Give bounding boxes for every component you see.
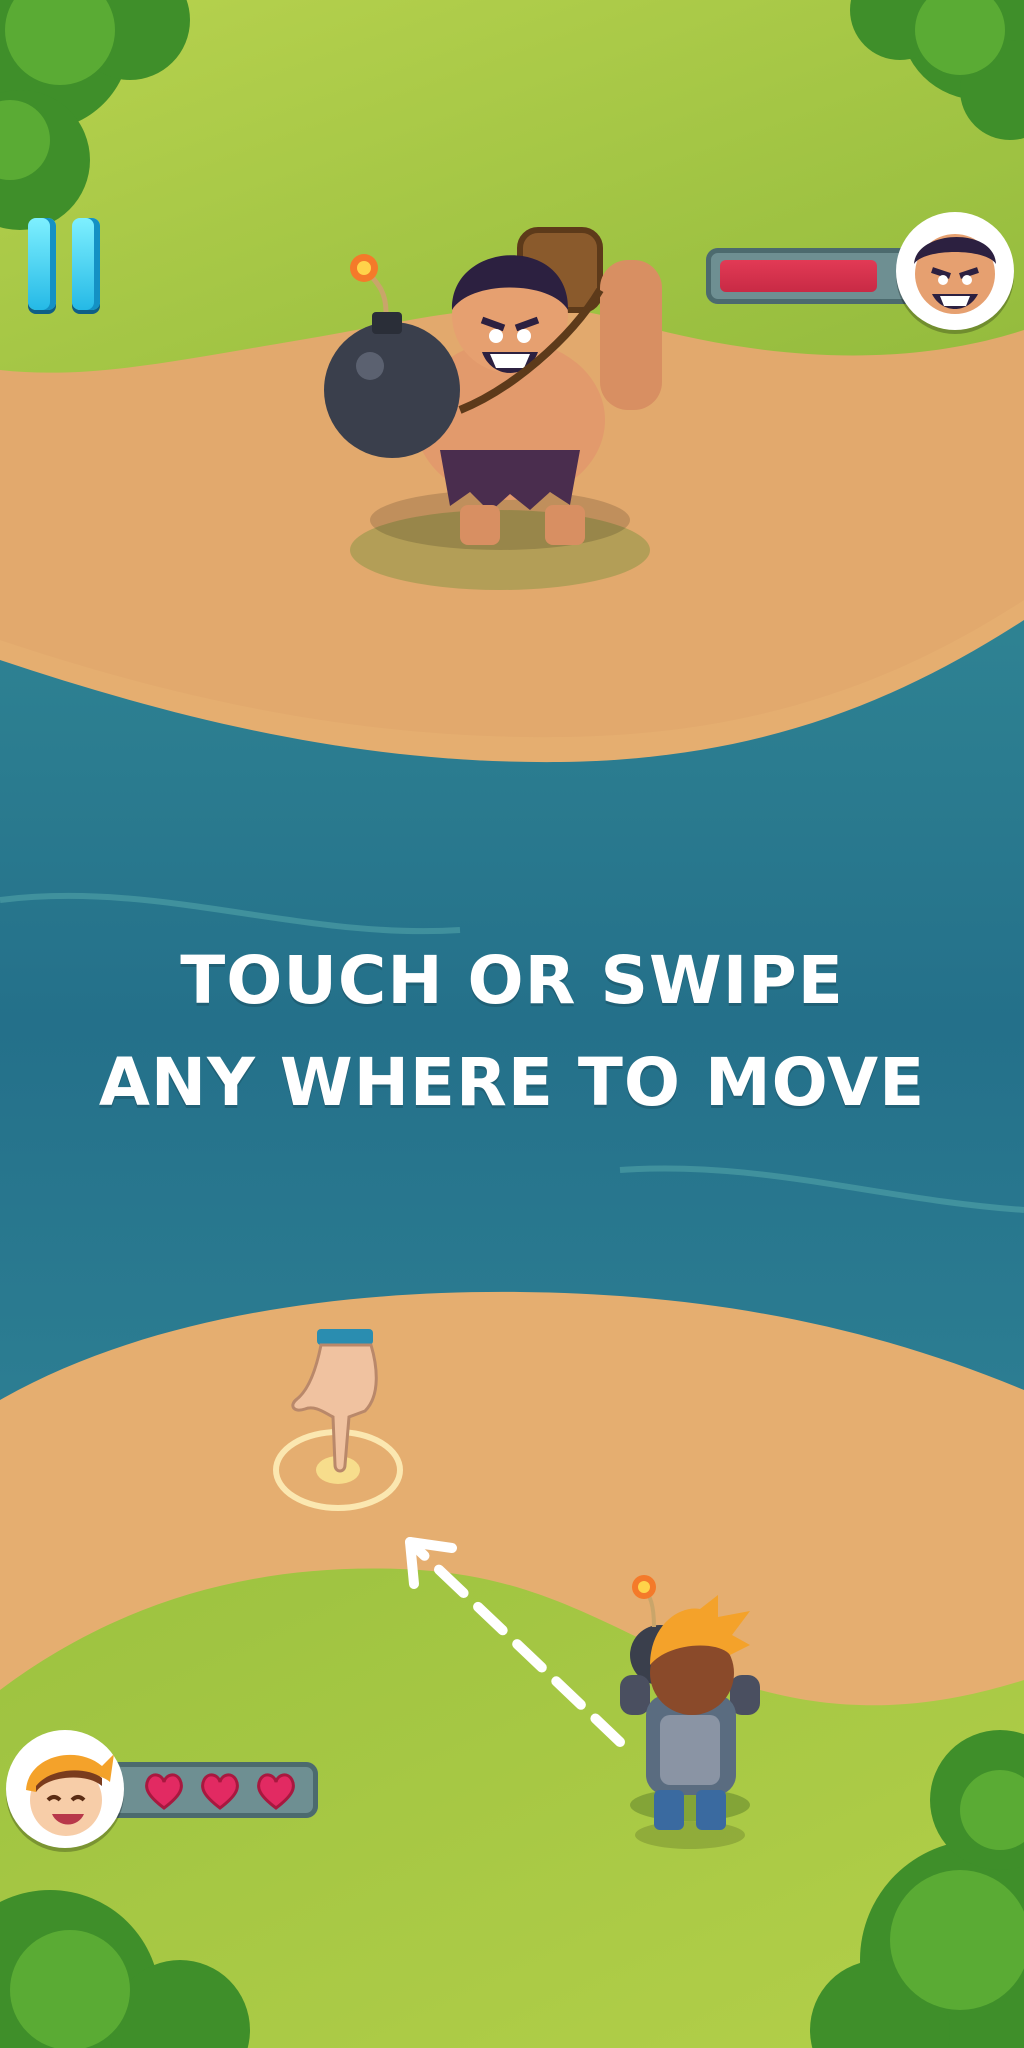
player-hearts-panel: [106, 1762, 318, 1818]
pause-icon: [28, 218, 56, 310]
enemy-avatar: [896, 212, 1014, 330]
heart-icon: [201, 1773, 239, 1810]
enemy-health-bar: [706, 248, 926, 304]
heart-icon: [257, 1773, 295, 1810]
enemy-health-hud: [704, 212, 1014, 336]
caveman-face-icon: [914, 234, 996, 314]
enemy-health-fill: [720, 260, 877, 292]
tutorial-instruction: TOUCH OR SWIPE ANY WHERE TO MOVE: [0, 930, 1024, 1134]
heart-icon: [145, 1773, 183, 1810]
instruction-line-2: ANY WHERE TO MOVE: [98, 1044, 926, 1121]
pause-icon-bar: [72, 218, 100, 310]
enemy-caveman: [324, 227, 662, 550]
boy-face-icon: [26, 1754, 114, 1836]
pause-button[interactable]: [22, 218, 112, 318]
player-health-hud: [6, 1730, 326, 1850]
instruction-line-1: TOUCH OR SWIPE: [180, 942, 844, 1019]
game-scene[interactable]: TOUCH OR SWIPE ANY WHERE TO MOVE: [0, 0, 1024, 2048]
player-avatar: [6, 1730, 124, 1848]
pointing-hand-icon: [291, 1329, 378, 1473]
player-character: [620, 1575, 760, 1849]
